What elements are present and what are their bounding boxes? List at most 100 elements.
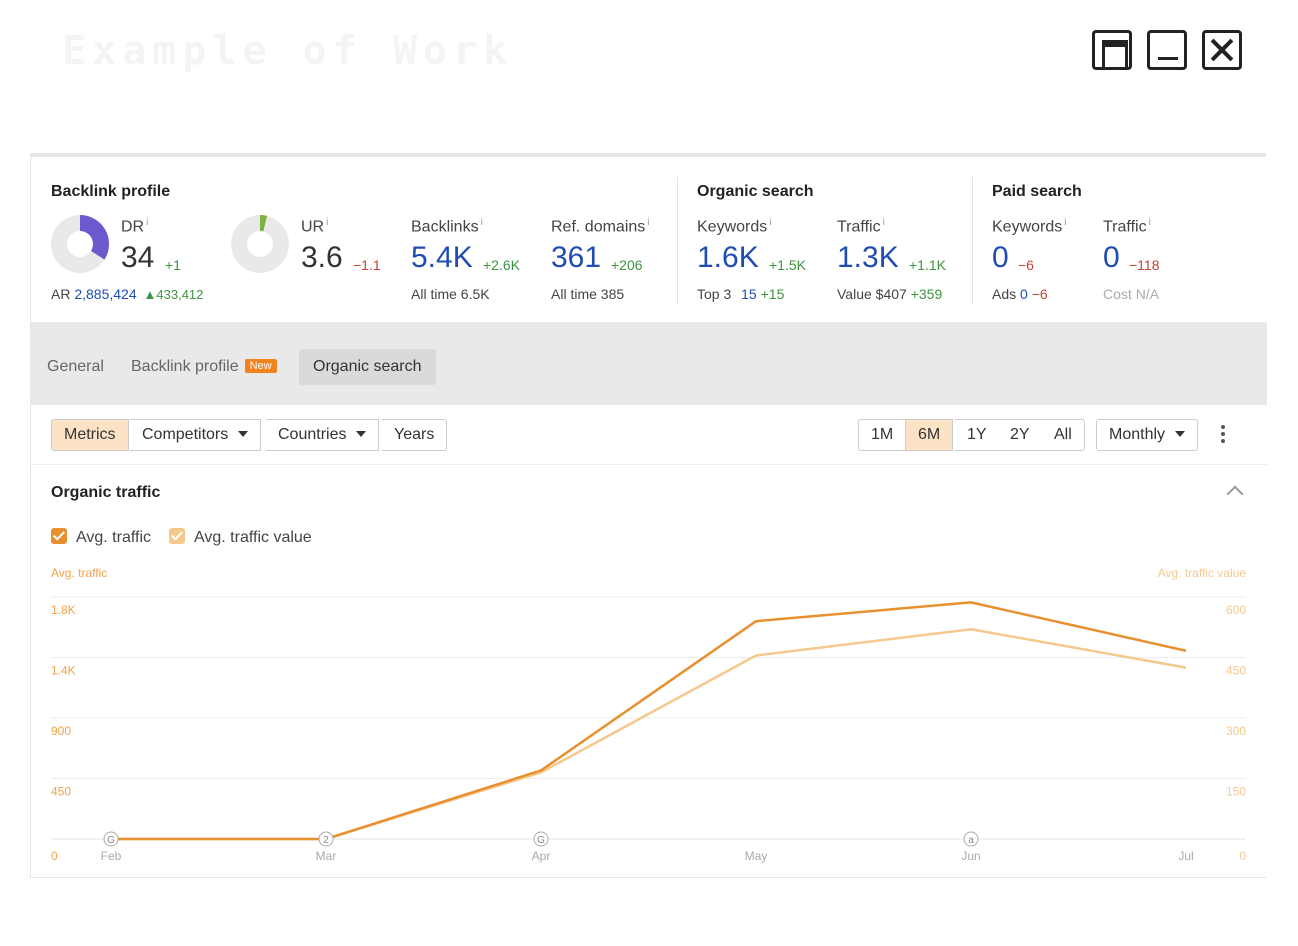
- annotation-label: G: [537, 835, 545, 846]
- ref-domains-value[interactable]: 361: [551, 241, 601, 275]
- dr-delta: +1: [165, 257, 181, 273]
- range-all-button[interactable]: All: [1042, 419, 1085, 451]
- x-tick-label: Mar: [316, 849, 337, 863]
- backlinks-value[interactable]: 5.4K: [411, 241, 473, 275]
- paid-keywords-delta: −6: [1018, 257, 1034, 273]
- organic-search-title: Organic search: [697, 183, 814, 200]
- organic-keywords-delta: +1.5K: [769, 257, 806, 273]
- chevron-down-icon: [1175, 431, 1186, 437]
- left-axis-title: Avg. traffic: [51, 566, 107, 580]
- organic-keywords-value[interactable]: 1.6K: [697, 241, 759, 275]
- range-1y-button[interactable]: 1Y: [955, 419, 1000, 451]
- ar-value[interactable]: 2,885,424: [74, 286, 136, 302]
- tab-organic-search[interactable]: Organic search: [299, 349, 436, 385]
- organic-keywords-label[interactable]: Keywords i: [697, 217, 771, 236]
- paid-traffic-delta: −118: [1129, 257, 1160, 273]
- left-tick-label: 450: [51, 785, 71, 799]
- more-options-icon[interactable]: [1221, 425, 1225, 445]
- info-icon: i: [326, 217, 329, 228]
- right-axis-title: Avg. traffic value: [1158, 566, 1247, 580]
- ref-domains-delta: +206: [611, 257, 643, 273]
- right-tick-label: 450: [1226, 664, 1246, 678]
- window-titlebar: Example of Work: [0, 0, 1298, 100]
- range-1m-button[interactable]: 1M: [858, 419, 907, 451]
- paid-cost-row: Cost N/A: [1103, 286, 1160, 302]
- organic-traffic-value-row: Value $407 +359: [837, 286, 943, 302]
- right-tick-label: 300: [1226, 724, 1246, 738]
- organic-traffic-value[interactable]: 1.3K: [837, 241, 899, 275]
- legend-avg-traffic[interactable]: Avg. traffic: [51, 528, 151, 547]
- info-icon: i: [1148, 217, 1151, 228]
- annotation-label: a: [968, 835, 974, 846]
- x-tick-label: Feb: [101, 849, 122, 863]
- annotation-label: 2: [323, 835, 329, 846]
- x-tick-label: Jun: [961, 849, 980, 863]
- legend-avg-traffic-value[interactable]: Avg. traffic value: [169, 528, 312, 547]
- site-overview-panel: Backlink profile DR i 34 +1 UR i 3.6 −1.1 …: [30, 153, 1267, 878]
- info-icon: i: [480, 217, 483, 228]
- organic-traffic-chart: Avg. traffic Avg. traffic value 0 0 450 150 90…: [51, 566, 1247, 863]
- tab-backlink-profile[interactable]: Backlink profile New: [117, 349, 291, 385]
- backlinks-label[interactable]: Backlinks i: [411, 217, 483, 236]
- paid-traffic-label[interactable]: Traffic i: [1103, 217, 1151, 236]
- left-tick-label: 900: [51, 724, 71, 738]
- annotation-label: G: [107, 835, 115, 846]
- paid-search-title: Paid search: [992, 183, 1082, 200]
- close-icon[interactable]: [1202, 30, 1242, 70]
- minimize-icon[interactable]: [1147, 30, 1187, 70]
- years-button[interactable]: Years: [382, 419, 448, 451]
- metrics-button[interactable]: Metrics: [51, 419, 129, 451]
- backlinks-delta: +2.6K: [483, 257, 520, 273]
- range-6m-button[interactable]: 6M: [906, 419, 954, 451]
- ur-value: 3.6: [301, 241, 343, 274]
- paid-keywords-label[interactable]: Keywords i: [992, 217, 1066, 236]
- right-tick-label: 600: [1226, 603, 1246, 617]
- range-2y-button[interactable]: 2Y: [998, 419, 1043, 451]
- tab-general[interactable]: General: [33, 349, 118, 385]
- series-line: [111, 628, 1187, 841]
- ar-delta: ▲433,412: [143, 287, 204, 302]
- checkbox-icon[interactable]: [169, 528, 185, 544]
- right-tick-label: 0: [1239, 849, 1246, 863]
- maximize-icon[interactable]: [1092, 30, 1132, 70]
- collapse-chevron-icon[interactable]: [1226, 485, 1244, 503]
- countries-dropdown[interactable]: Countries: [266, 419, 380, 451]
- ur-label[interactable]: UR i: [301, 217, 328, 236]
- ref-domains-label[interactable]: Ref. domains i: [551, 217, 650, 236]
- ur-donut-chart: [231, 215, 289, 273]
- chevron-down-icon: [356, 431, 367, 437]
- backlinks-all-time: All time 6.5K: [411, 286, 490, 302]
- divider: [972, 177, 973, 305]
- paid-traffic-value[interactable]: 0: [1103, 241, 1120, 275]
- paid-keywords-value[interactable]: 0: [992, 241, 1009, 275]
- right-tick-label: 150: [1226, 785, 1246, 799]
- x-tick-label: Apr: [532, 849, 551, 863]
- x-tick-label: Jul: [1178, 849, 1193, 863]
- left-tick-label: 1.8K: [51, 603, 76, 617]
- dr-donut-chart: [51, 215, 109, 273]
- overview-metrics: Backlink profile DR i 34 +1 UR i 3.6 −1.1 …: [31, 157, 1267, 322]
- dr-label[interactable]: DR i: [121, 217, 148, 236]
- backlink-profile-title: Backlink profile: [51, 183, 171, 200]
- left-tick-label: 1.4K: [51, 664, 76, 678]
- info-icon: i: [146, 217, 149, 228]
- x-tick-label: May: [745, 849, 768, 863]
- info-icon: i: [647, 217, 650, 228]
- ref-domains-all-time: All time 385: [551, 286, 625, 302]
- chart-toolbar: Metrics Competitors Countries Years 1M 6…: [31, 405, 1267, 465]
- competitors-dropdown[interactable]: Competitors: [130, 419, 262, 451]
- granularity-dropdown[interactable]: Monthly: [1096, 419, 1199, 451]
- chevron-down-icon: [238, 431, 249, 437]
- info-icon: i: [882, 217, 885, 228]
- ar-row: AR 2,885,424 ▲433,412: [51, 286, 204, 302]
- left-tick-label: 0: [51, 849, 58, 863]
- new-badge: New: [244, 359, 277, 373]
- info-icon: i: [769, 217, 772, 228]
- organic-top3: Top 3 15 +15: [697, 286, 785, 302]
- organic-traffic-label[interactable]: Traffic i: [837, 217, 885, 236]
- window-title: Example of Work: [62, 28, 514, 74]
- chart-title: Organic traffic: [51, 484, 161, 501]
- info-icon: i: [1064, 217, 1067, 228]
- divider: [677, 177, 678, 305]
- checkbox-icon[interactable]: [51, 528, 67, 544]
